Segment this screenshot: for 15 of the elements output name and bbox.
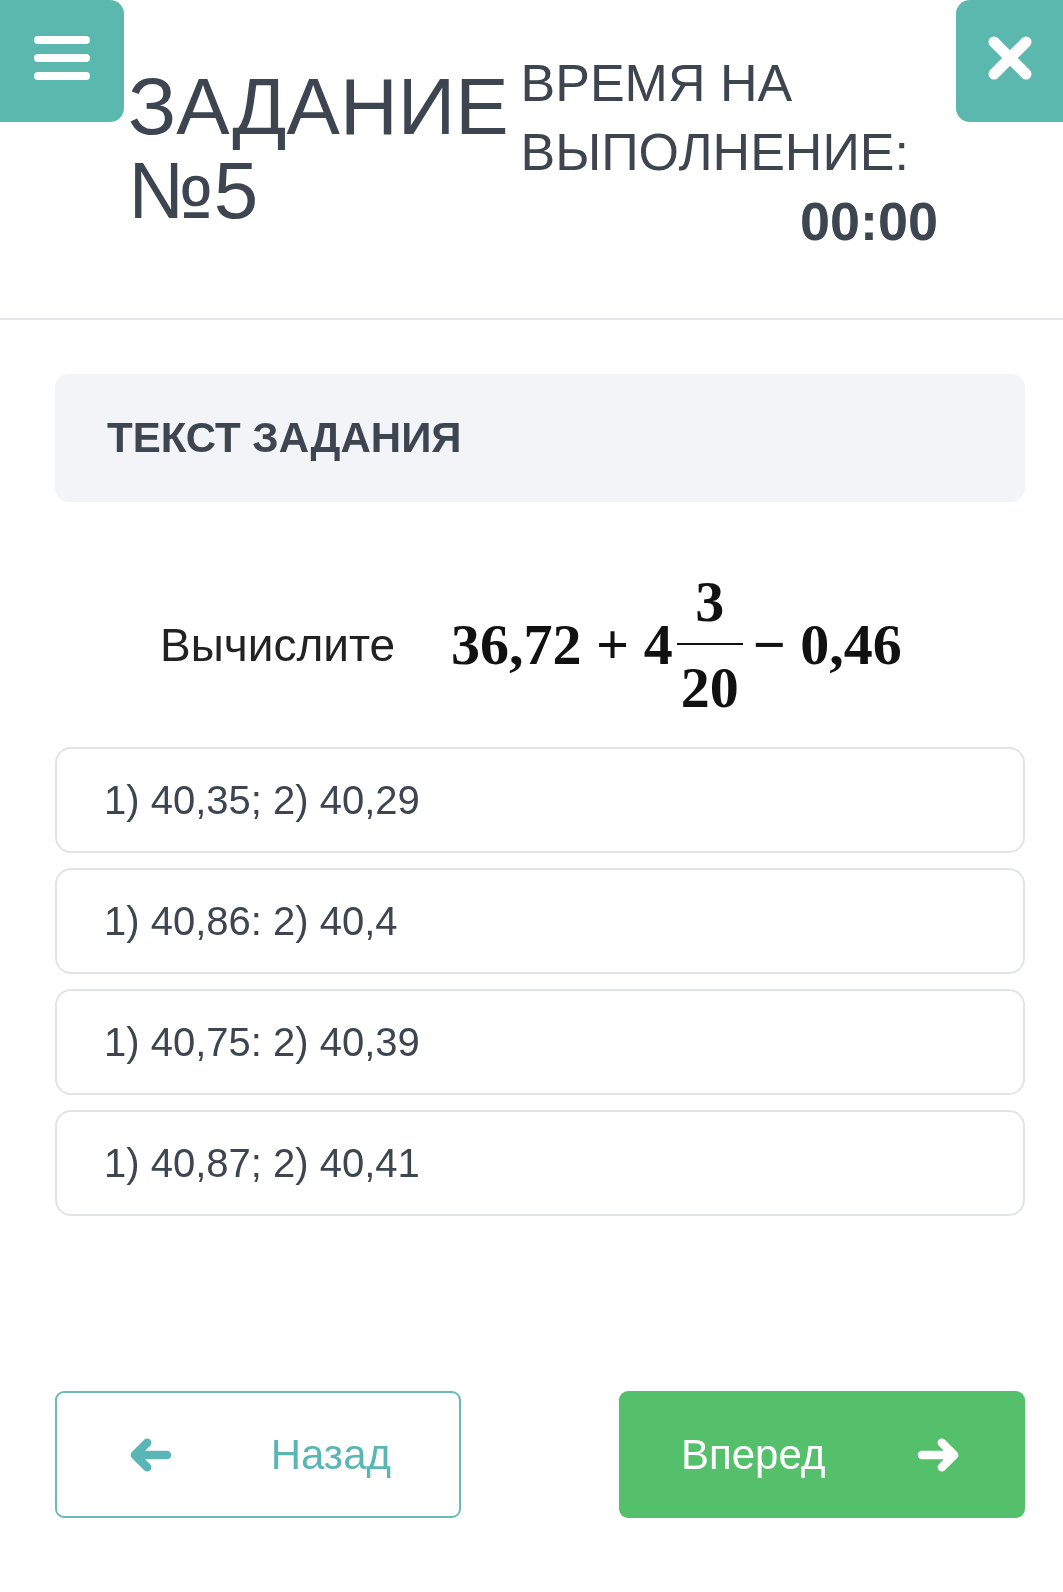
menu-icon	[34, 36, 90, 80]
answer-option[interactable]: 1) 40,87; 2) 40,41	[55, 1110, 1025, 1216]
arrow-left-icon	[128, 1437, 172, 1472]
arrow-right-icon	[917, 1437, 961, 1472]
close-button[interactable]	[956, 0, 1063, 122]
close-icon	[987, 36, 1032, 80]
answer-option[interactable]: 1) 40,86: 2) 40,4	[55, 868, 1025, 974]
answer-option[interactable]: 1) 40,35; 2) 40,29	[55, 747, 1025, 853]
timer-label: ВРЕМЯ НА ВЫПОЛНЕНИЕ:	[520, 53, 909, 183]
menu-button[interactable]	[0, 0, 124, 122]
answer-option[interactable]: 1) 40,75: 2) 40,39	[55, 989, 1025, 1095]
problem-prompt: Вычислите	[160, 618, 396, 673]
section-heading: ТЕКСТ ЗАДАНИЯ	[107, 414, 462, 462]
task-title: ЗАДАНИЕ №5	[128, 65, 509, 233]
timer-value: 00:00	[799, 191, 938, 251]
